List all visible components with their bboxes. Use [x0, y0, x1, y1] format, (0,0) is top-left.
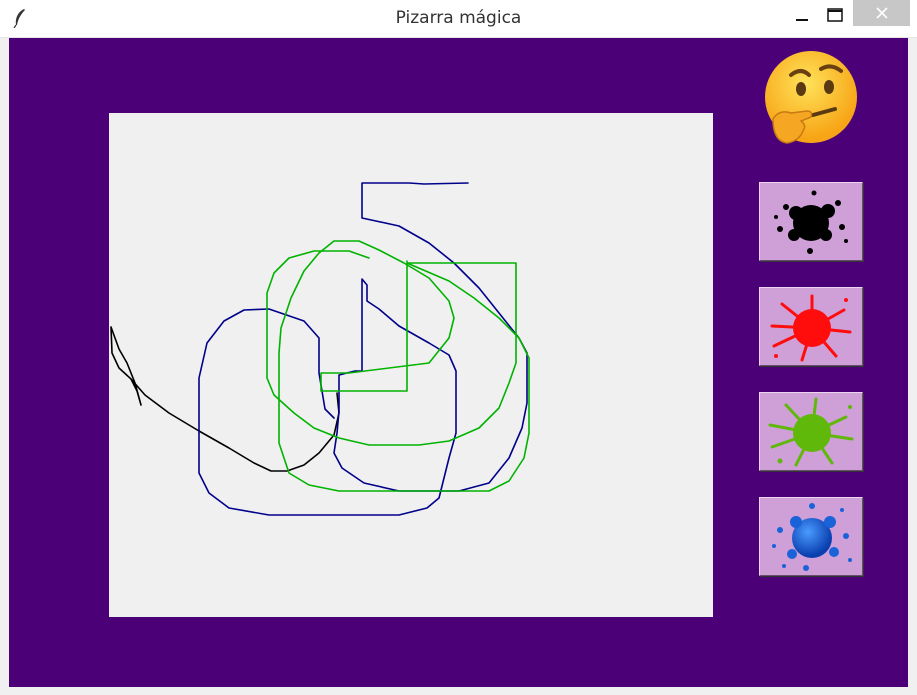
minimize-icon — [796, 19, 808, 21]
black-paint-button[interactable] — [759, 182, 863, 261]
red-paint-button[interactable] — [759, 287, 863, 366]
blue-stroke — [198, 182, 528, 516]
close-button[interactable] — [853, 0, 910, 26]
thinking-face-emoji — [765, 51, 857, 144]
maximize-button[interactable] — [812, 0, 858, 30]
red-splash-icon — [770, 294, 852, 362]
title-bar: Pizarra mágica — [0, 0, 917, 38]
green-splash-icon — [768, 397, 854, 467]
maximize-icon — [827, 8, 843, 22]
blue-splash-icon — [772, 503, 852, 571]
blue-paint-button[interactable] — [759, 497, 863, 576]
green-stroke — [266, 240, 530, 492]
black-splash-icon — [774, 190, 848, 254]
black-stroke — [110, 326, 340, 472]
close-icon — [875, 7, 888, 19]
app-client-area — [9, 38, 908, 687]
drawing-canvas[interactable] — [109, 113, 713, 617]
green-paint-button[interactable] — [759, 392, 863, 471]
